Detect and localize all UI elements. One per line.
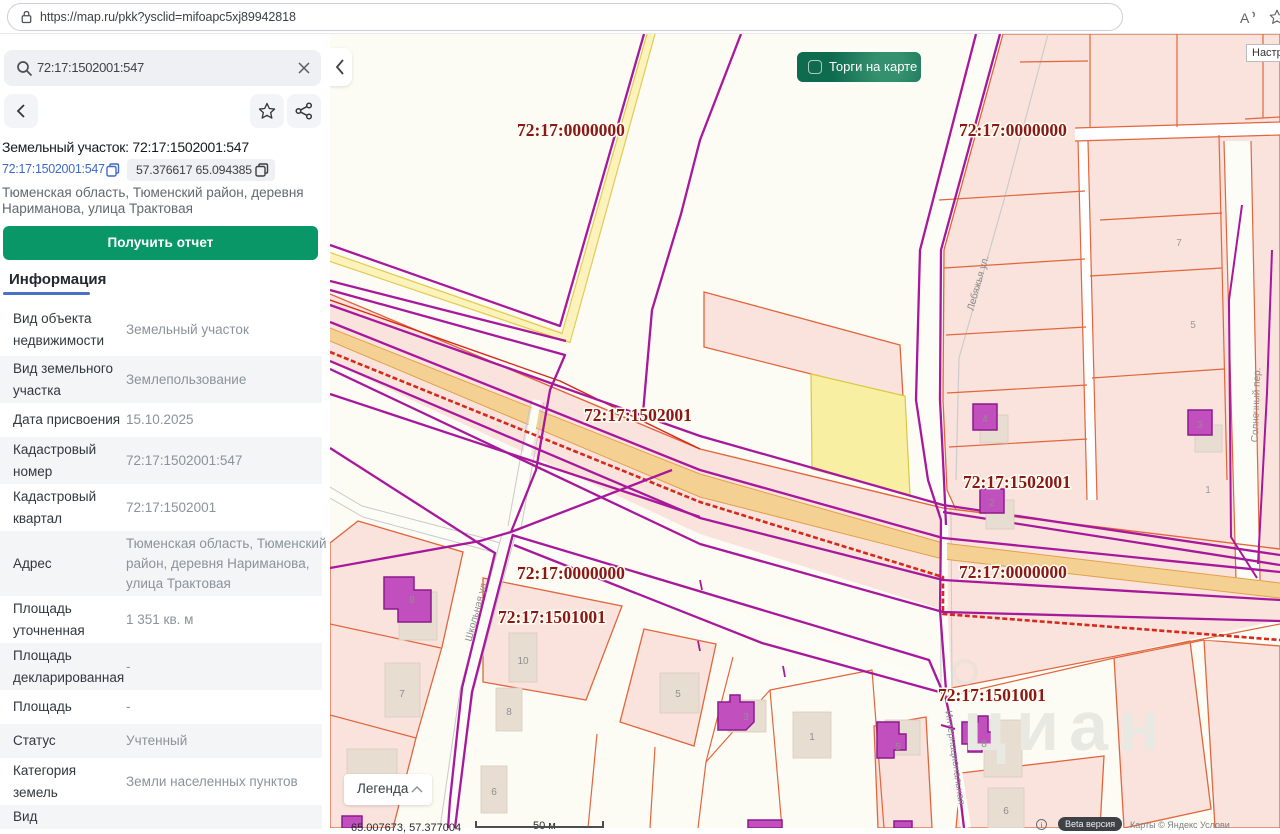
svg-text:6: 6 bbox=[1003, 806, 1009, 817]
svg-text:9: 9 bbox=[409, 595, 415, 606]
svg-text:4: 4 bbox=[982, 414, 988, 425]
svg-text:6: 6 bbox=[491, 787, 497, 798]
svg-text:1: 1 bbox=[1205, 485, 1211, 496]
svg-text:72:17:1501001: 72:17:1501001 bbox=[498, 607, 606, 627]
svg-text:5: 5 bbox=[1190, 320, 1196, 331]
svg-text:2: 2 bbox=[989, 498, 995, 509]
svg-text:8: 8 bbox=[981, 739, 987, 750]
svg-text:8: 8 bbox=[506, 707, 512, 718]
svg-text:72:17:0000000: 72:17:0000000 bbox=[517, 120, 625, 140]
svg-text:7: 7 bbox=[1176, 238, 1182, 249]
svg-text:1: 1 bbox=[809, 732, 815, 743]
svg-text:7: 7 bbox=[399, 689, 405, 700]
svg-text:72:17:0000000: 72:17:0000000 bbox=[959, 120, 1067, 140]
svg-text:5: 5 bbox=[675, 689, 681, 700]
svg-text:72:17:1501001: 72:17:1501001 bbox=[938, 685, 1046, 705]
svg-text:72:17:1502001: 72:17:1502001 bbox=[963, 472, 1071, 492]
svg-text:72:17:0000000: 72:17:0000000 bbox=[517, 563, 625, 583]
svg-text:72:17:0000000: 72:17:0000000 bbox=[959, 562, 1067, 582]
svg-text:5: 5 bbox=[895, 742, 901, 753]
svg-text:3: 3 bbox=[743, 712, 749, 723]
svg-text:10: 10 bbox=[517, 656, 529, 667]
svg-text:A: A bbox=[1240, 10, 1250, 26]
svg-text:3: 3 bbox=[1197, 420, 1203, 431]
svg-text:72:17:1502001: 72:17:1502001 bbox=[584, 405, 692, 425]
